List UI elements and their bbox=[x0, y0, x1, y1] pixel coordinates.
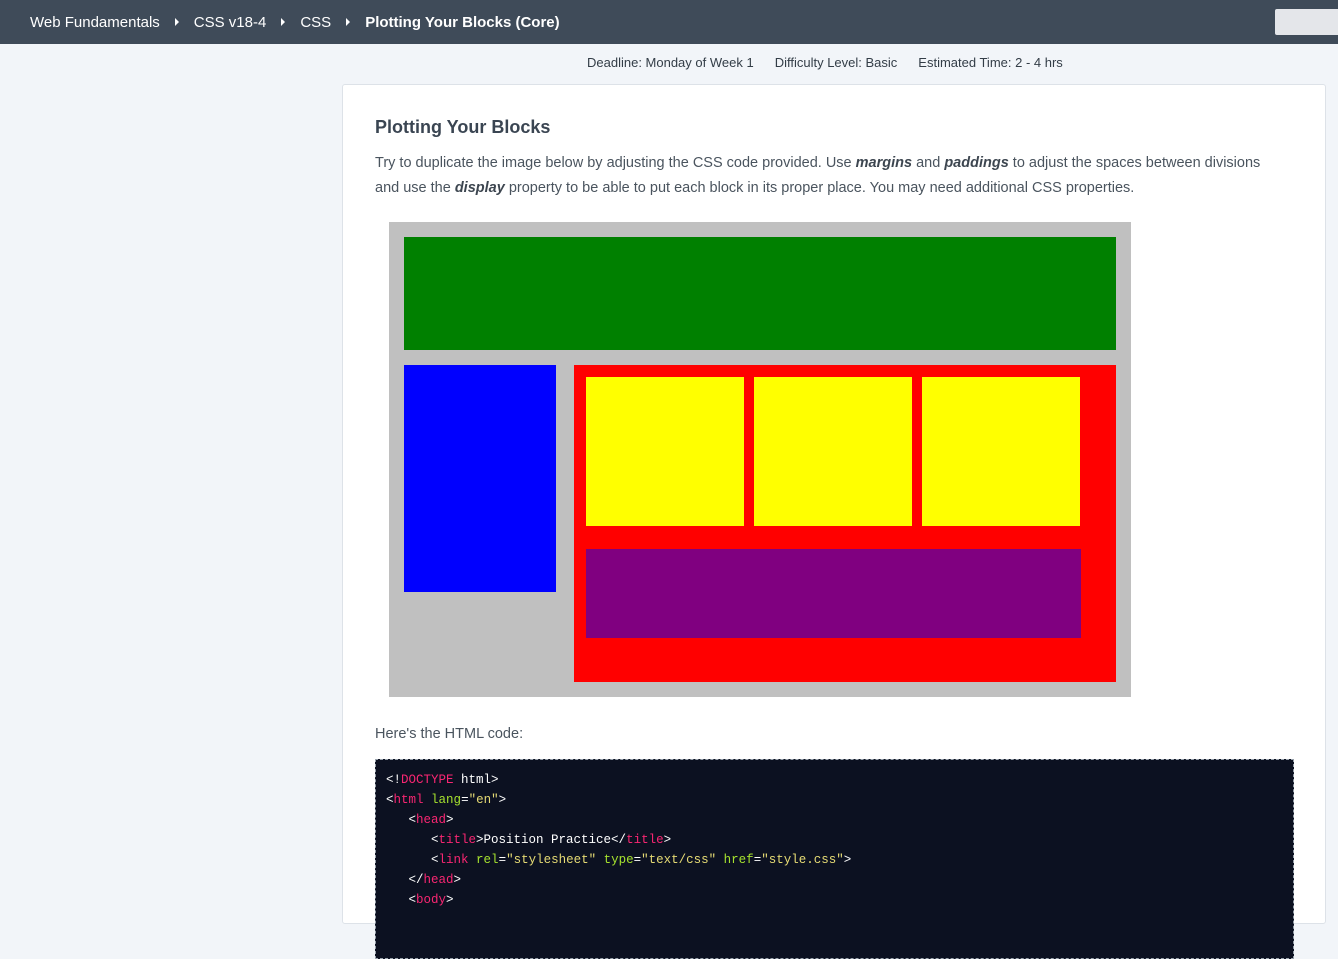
code-token: < bbox=[386, 793, 394, 807]
code-token: head bbox=[423, 873, 454, 887]
code-token: head bbox=[416, 813, 447, 827]
description-emphasis-paddings: paddings bbox=[944, 155, 1009, 171]
assignment-card: Plotting Your Blocks Try to duplicate th… bbox=[342, 84, 1326, 959]
description-text: Try to duplicate the image below by adju… bbox=[375, 155, 856, 171]
page-title: Plotting Your Blocks bbox=[375, 117, 551, 137]
code-token: "text/css" bbox=[641, 853, 717, 867]
code-token: html bbox=[393, 793, 424, 807]
breadcrumb: Web Fundamentals CSS v18-4 CSS Plotting … bbox=[30, 0, 560, 44]
estimated-time-text: Estimated Time: 2 - 4 hrs bbox=[918, 55, 1063, 70]
yellow-box-1 bbox=[586, 377, 744, 526]
code-token: > bbox=[446, 813, 454, 827]
assignment-meta: Deadline: Monday of Week 1 Difficulty Le… bbox=[587, 55, 1063, 70]
breadcrumb-caret-icon bbox=[174, 18, 179, 26]
breadcrumb-caret-icon bbox=[281, 18, 286, 26]
main-block bbox=[574, 365, 1116, 682]
code-token: link bbox=[438, 853, 469, 867]
description-text: and bbox=[912, 155, 945, 171]
code-line: <head> bbox=[386, 810, 1283, 830]
code-line: <link rel="stylesheet" type="text/css" h… bbox=[386, 850, 1283, 870]
breadcrumb-css[interactable]: CSS bbox=[300, 14, 331, 31]
code-token: href bbox=[723, 853, 754, 867]
code-token: >Position Practice</ bbox=[476, 833, 627, 847]
code-token: rel bbox=[476, 853, 499, 867]
code-token: html> bbox=[453, 773, 499, 787]
code-token: > bbox=[843, 853, 852, 867]
top-navigation-bar: Web Fundamentals CSS v18-4 CSS Plotting … bbox=[0, 0, 1338, 44]
code-token: > bbox=[453, 873, 462, 887]
code-token: "style.css" bbox=[761, 853, 844, 867]
code-line: <html lang="en"> bbox=[386, 790, 1283, 810]
code-token: <! bbox=[386, 773, 402, 787]
code-token: "en" bbox=[468, 793, 499, 807]
difficulty-text: Difficulty Level: Basic bbox=[774, 55, 898, 70]
description-emphasis-display: display bbox=[454, 180, 505, 196]
yellow-box-3 bbox=[922, 377, 1080, 526]
code-token: > bbox=[498, 793, 507, 807]
code-token: lang bbox=[431, 793, 462, 807]
code-token: title bbox=[626, 833, 664, 847]
sidebar-block bbox=[404, 365, 556, 592]
breadcrumb-css-v18-4[interactable]: CSS v18-4 bbox=[194, 14, 267, 31]
code-token: "stylesheet" bbox=[506, 853, 597, 867]
code-token: < bbox=[386, 833, 439, 847]
breadcrumb-web-fundamentals[interactable]: Web Fundamentals bbox=[30, 14, 160, 31]
code-line: <body> bbox=[386, 890, 1283, 910]
code-token: </ bbox=[386, 873, 424, 887]
description-emphasis-margins: margins bbox=[855, 155, 913, 171]
code-token: = bbox=[461, 793, 469, 807]
breadcrumb-caret-icon bbox=[346, 18, 351, 26]
html-code-block[interactable]: <!DOCTYPE html> <html lang="en"> <head> <… bbox=[375, 759, 1294, 959]
code-line: </head> bbox=[386, 870, 1283, 890]
deadline-text: Deadline: Monday of Week 1 bbox=[587, 55, 754, 70]
html-code-label: Here's the HTML code: bbox=[375, 726, 524, 742]
search-input[interactable] bbox=[1275, 9, 1338, 35]
breadcrumb-current-page: Plotting Your Blocks (Core) bbox=[365, 13, 560, 31]
block-layout-image bbox=[389, 222, 1131, 697]
code-token: > bbox=[663, 833, 672, 847]
header-block bbox=[404, 237, 1116, 350]
assignment-description: Try to duplicate the image below by adju… bbox=[375, 151, 1275, 201]
purple-block bbox=[586, 549, 1081, 638]
code-token: DOCTYPE bbox=[401, 773, 454, 787]
code-token: < bbox=[386, 853, 439, 867]
code-token: title bbox=[438, 833, 477, 847]
code-token: = bbox=[633, 853, 642, 867]
code-line: <title>Position Practice</title> bbox=[386, 830, 1283, 850]
code-token: < bbox=[386, 813, 417, 827]
yellow-box-2 bbox=[754, 377, 912, 526]
description-text: property to be able to put each block in… bbox=[504, 180, 1135, 196]
code-token: = bbox=[498, 853, 507, 867]
code-line: <!DOCTYPE html> bbox=[386, 770, 1283, 790]
code-token: type bbox=[603, 853, 634, 867]
